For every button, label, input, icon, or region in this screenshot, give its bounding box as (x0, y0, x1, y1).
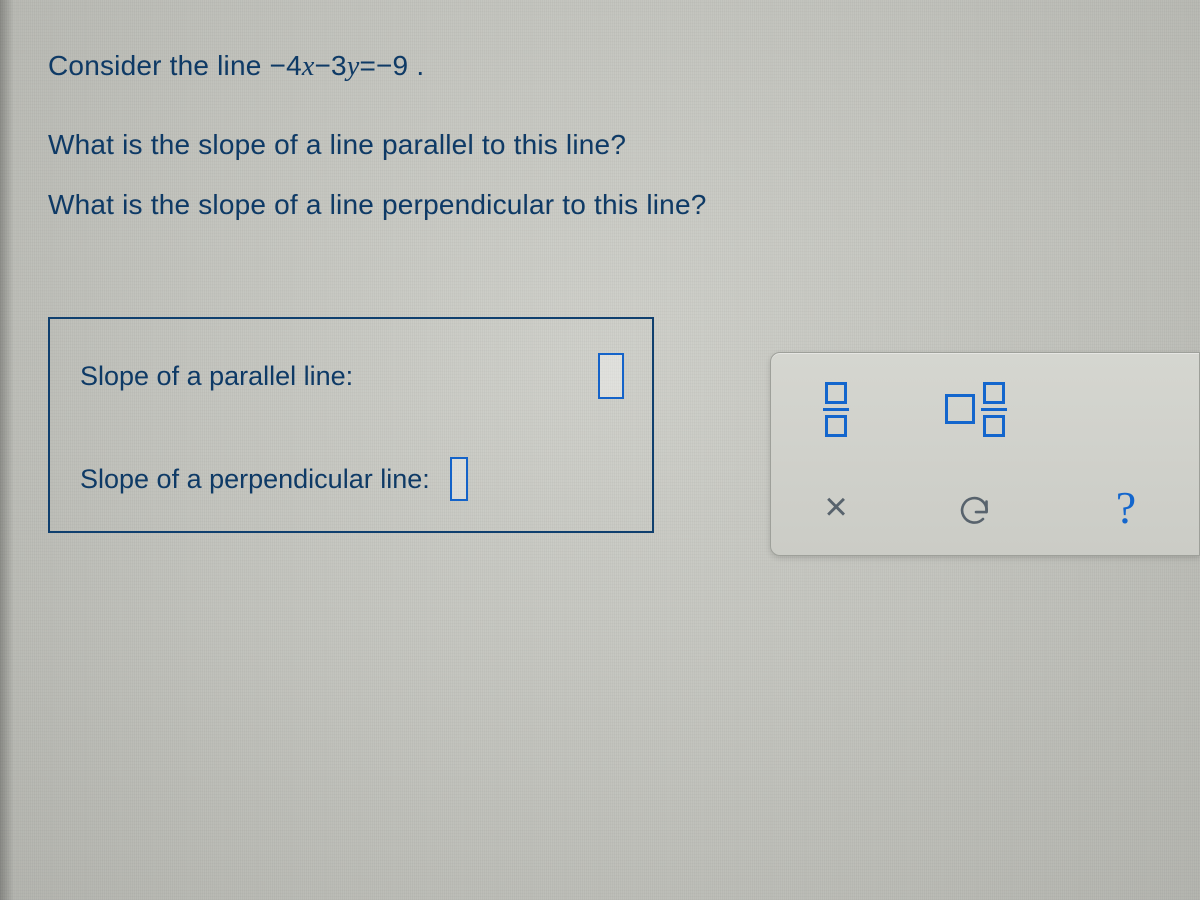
question-prefix: Consider the line (48, 50, 270, 81)
undo-icon (955, 484, 997, 531)
question-equation-line: Consider the line −4x−3y=−9 . (48, 50, 1160, 83)
question-equation: −4x−3y=−9 (270, 50, 409, 81)
perpendicular-label: Slope of a perpendicular line: (80, 464, 430, 495)
mixed-fraction-icon (945, 382, 1007, 437)
parallel-row: Slope of a parallel line: (80, 353, 624, 399)
math-toolbox: × ? (770, 352, 1200, 556)
perpendicular-row: Slope of a perpendicular line: (80, 457, 624, 501)
clear-button[interactable]: × (771, 459, 901, 555)
perpendicular-input[interactable] (450, 457, 468, 501)
question-perpendicular: What is the slope of a line perpendicula… (48, 189, 1160, 221)
help-button[interactable]: ? (1051, 459, 1200, 555)
undo-button[interactable] (901, 459, 1051, 555)
x-clear-icon: × (824, 485, 847, 530)
fraction-button[interactable] (771, 359, 901, 459)
mixed-fraction-button[interactable] (901, 359, 1051, 459)
question-suffix: . (416, 50, 424, 81)
help-icon: ? (1116, 481, 1136, 534)
question-parallel: What is the slope of a line parallel to … (48, 129, 1160, 161)
fraction-icon (823, 382, 849, 437)
parallel-input[interactable] (598, 353, 624, 399)
answer-box: Slope of a parallel line: Slope of a per… (48, 317, 654, 533)
parallel-label: Slope of a parallel line: (80, 361, 353, 392)
